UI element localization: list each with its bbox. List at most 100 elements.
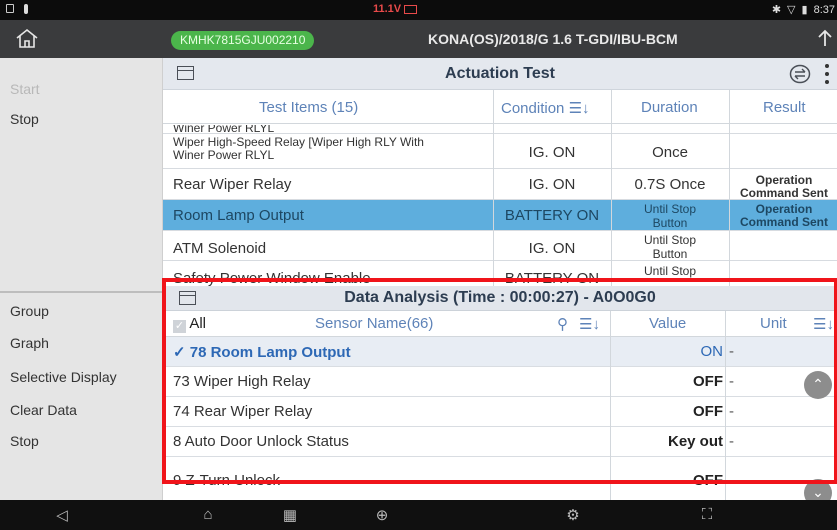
- sensor-unit: -: [729, 373, 734, 390]
- swap-icon[interactable]: [789, 64, 811, 84]
- column-divider: [493, 90, 494, 290]
- unit-header[interactable]: Unit: [760, 315, 787, 332]
- group-button[interactable]: Group: [10, 303, 49, 319]
- test-item-name: Safety Power Window Enable: [173, 270, 371, 287]
- notification-icon: [6, 4, 14, 13]
- data-row[interactable]: 9 Z-Turn Unlock OFF -: [163, 471, 837, 500]
- actuation-titlebar: Actuation Test: [163, 58, 837, 90]
- condition-header[interactable]: Condition ☰↓: [501, 99, 590, 117]
- test-item-name: ATM Solenoid: [173, 240, 267, 257]
- start-button[interactable]: Start: [10, 81, 40, 97]
- stop-button-actuation[interactable]: Stop: [10, 111, 39, 127]
- scroll-up-icon[interactable]: ⌃: [804, 371, 832, 399]
- data-analysis-panel: Data Analysis (Time : 00:00:27) - A0O0G0…: [163, 286, 837, 500]
- data-row-selected[interactable]: ✓ 78 Room Lamp Output ON -: [163, 337, 837, 367]
- result-cell: Operation: [755, 202, 813, 216]
- settings-icon[interactable]: ⚙: [563, 506, 583, 524]
- condition-cell: BATTERY ON: [504, 270, 600, 287]
- sensor-name: 9 Z-Turn Unlock: [173, 472, 280, 489]
- scroll-down-icon[interactable]: ⌄: [804, 479, 832, 500]
- more-menu-icon[interactable]: [825, 64, 829, 84]
- left-panel: Start Stop Group Graph Selective Display…: [0, 58, 163, 500]
- condition-cell: IG. ON: [528, 240, 576, 257]
- selective-display-button[interactable]: Selective Display: [10, 369, 117, 385]
- screenshot-icon[interactable]: ⛶: [697, 506, 717, 524]
- clear-data-button[interactable]: Clear Data: [10, 402, 77, 418]
- sensor-unit: -: [729, 403, 734, 420]
- actuation-test-panel: Actuation Test Test Items (15) Condition…: [163, 58, 837, 290]
- sort-icon[interactable]: ☰↓: [579, 315, 600, 333]
- duration-cell-cont: Button: [652, 216, 688, 230]
- table-row[interactable]: ATM Solenoid IG. ON Until Stop Button: [163, 231, 837, 261]
- browser-icon[interactable]: ⊕: [372, 506, 392, 524]
- data-row[interactable]: 74 Rear Wiper Relay OFF -: [163, 397, 837, 427]
- result-cell: Operation: [755, 173, 813, 187]
- test-item-name-cont: Winer Power RLYL: [173, 149, 275, 162]
- duration-header[interactable]: Duration: [641, 99, 698, 116]
- sensor-value: OFF: [693, 373, 723, 390]
- data-column-header: ✓ All Sensor Name(66) ⚲ ☰↓ Value Unit ☰↓: [163, 311, 837, 337]
- upload-icon[interactable]: [813, 26, 837, 50]
- value-header[interactable]: Value: [649, 315, 686, 332]
- sensor-value: OFF: [693, 472, 723, 489]
- duration-cell: 0.7S Once: [634, 176, 706, 193]
- table-row[interactable]: Rear Wiper Relay IG. ON 0.7S Once Operat…: [163, 169, 837, 200]
- table-row[interactable]: Winer Power RLYL: [163, 125, 837, 134]
- test-item-name: Rear Wiper Relay: [173, 176, 292, 193]
- sensor-value: Key out: [667, 433, 723, 450]
- sensor-name: 73 Wiper High Relay: [173, 373, 311, 390]
- back-icon[interactable]: ◁: [52, 506, 72, 524]
- vehicle-info: KONA(OS)/2018/G 1.6 T-GDI/IBU-BCM: [428, 31, 678, 47]
- data-analysis-title: Data Analysis (Time : 00:00:27) - A0O0G0: [344, 289, 656, 306]
- duration-cell: Until Stop: [643, 233, 697, 247]
- battery-icon: ▮: [801, 4, 808, 16]
- data-row[interactable]: 73 Wiper High Relay OFF -: [163, 367, 837, 397]
- voltage-text: 11.1V: [373, 3, 402, 15]
- device-icon: [24, 4, 28, 14]
- select-all[interactable]: ✓ All: [173, 315, 206, 333]
- column-divider: [729, 90, 730, 290]
- battery-voltage: 11.1V: [373, 3, 418, 15]
- duration-cell: Until Stop: [643, 264, 697, 278]
- data-row[interactable]: 8 Auto Door Unlock Status Key out -: [163, 427, 837, 457]
- home-nav-icon[interactable]: ⌂: [198, 506, 218, 524]
- sort-icon[interactable]: ☰↓: [813, 315, 834, 333]
- sensor-name-header[interactable]: Sensor Name(66): [315, 315, 433, 332]
- test-item-name: Wiper High-Speed Relay [Wiper High RLY W…: [173, 135, 424, 149]
- sensor-unit: -: [729, 433, 734, 450]
- bluetooth-icon: ✱: [771, 4, 782, 16]
- duration-cell: Until Stop: [643, 202, 697, 216]
- sort-icon[interactable]: ☰↓: [569, 100, 590, 117]
- sensor-name: ✓ 78 Room Lamp Output: [173, 344, 351, 361]
- search-icon[interactable]: ⚲: [557, 315, 568, 333]
- result-cell-cont: Command Sent: [739, 215, 828, 229]
- duration-cell: Once: [652, 144, 688, 161]
- condition-cell: IG. ON: [528, 176, 576, 193]
- sensor-value: OFF: [693, 403, 723, 420]
- panel-divider: [0, 291, 163, 293]
- clock: 8:37: [813, 3, 835, 16]
- test-items-header[interactable]: Test Items (15): [259, 99, 358, 116]
- navigation-bar: ◁ ⌂ ▦ ⊕ ⚙ ⛶: [0, 500, 837, 530]
- check-icon: ✓: [173, 344, 186, 361]
- test-item-name: Winer Power RLYL: [173, 125, 275, 134]
- table-row[interactable]: Wiper High-Speed Relay [Wiper High RLY W…: [163, 134, 837, 169]
- checkbox-icon[interactable]: ✓: [173, 320, 186, 333]
- result-header[interactable]: Result: [763, 99, 806, 116]
- actuation-title: Actuation Test: [445, 65, 555, 82]
- wifi-icon: ▽: [787, 4, 796, 16]
- sensor-unit: -: [729, 472, 734, 489]
- column-divider: [610, 311, 611, 500]
- home-icon[interactable]: [14, 27, 40, 49]
- condition-cell: IG. ON: [528, 144, 576, 161]
- sensor-unit: -: [729, 343, 734, 360]
- stop-button-data[interactable]: Stop: [10, 433, 39, 449]
- table-row-selected[interactable]: Room Lamp Output BATTERY ON Until Stop B…: [163, 200, 837, 231]
- graph-button[interactable]: Graph: [10, 335, 49, 351]
- column-divider: [611, 90, 612, 290]
- actuation-column-header: Test Items (15) Condition ☰↓ Duration Re…: [163, 90, 837, 124]
- vin-badge: KMHK7815GJU002210: [171, 31, 315, 50]
- sensor-name: 8 Auto Door Unlock Status: [173, 433, 349, 450]
- status-bar: 11.1V ✱ ▽ ▮ 8:37: [0, 0, 837, 20]
- recent-apps-icon[interactable]: ▦: [280, 506, 300, 524]
